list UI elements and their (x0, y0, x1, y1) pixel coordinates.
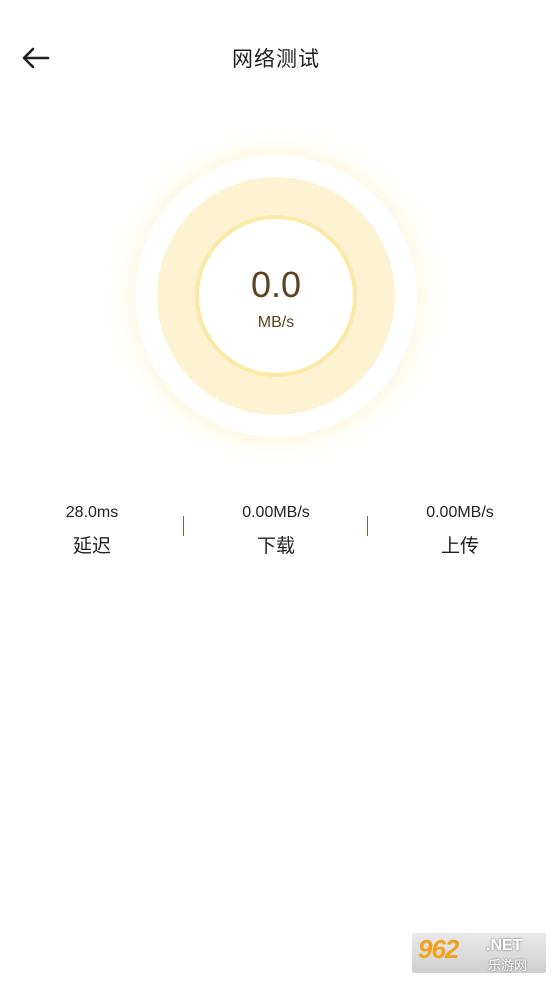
top-bar: 网络测试 (0, 0, 552, 116)
speed-gauge: 0.0 MB/s (106, 126, 446, 466)
speed-unit: MB/s (257, 314, 295, 331)
stats-row: 28.0ms 延迟 0.00MB/s 下载 0.00MB/s 上传 (0, 500, 552, 570)
watermark-number: 962 (418, 934, 459, 964)
site-watermark-logo: 962 .NET 乐游网 (412, 933, 546, 973)
latency-stat: 28.0ms 延迟 (0, 500, 184, 559)
upload-value: 0.00MB/s (426, 504, 494, 521)
download-value: 0.00MB/s (242, 504, 310, 521)
upload-stat: 0.00MB/s 上传 (368, 500, 552, 559)
watermark-suffix: .NET (486, 937, 523, 954)
latency-value: 28.0ms (65, 504, 119, 521)
watermark-sub: 乐游网 (488, 959, 528, 973)
latency-label: 延迟 (72, 535, 111, 557)
upload-label: 上传 (440, 535, 479, 557)
download-stat: 0.00MB/s 下载 (184, 500, 368, 559)
speed-value: 0.0 (250, 264, 302, 305)
network-test-screen: 网络测试 0.0 MB/s 28.0ms 延迟 0.00MB/s 下载 0.00… (0, 0, 552, 981)
page-title: 网络测试 (232, 47, 320, 71)
download-label: 下载 (256, 535, 295, 557)
